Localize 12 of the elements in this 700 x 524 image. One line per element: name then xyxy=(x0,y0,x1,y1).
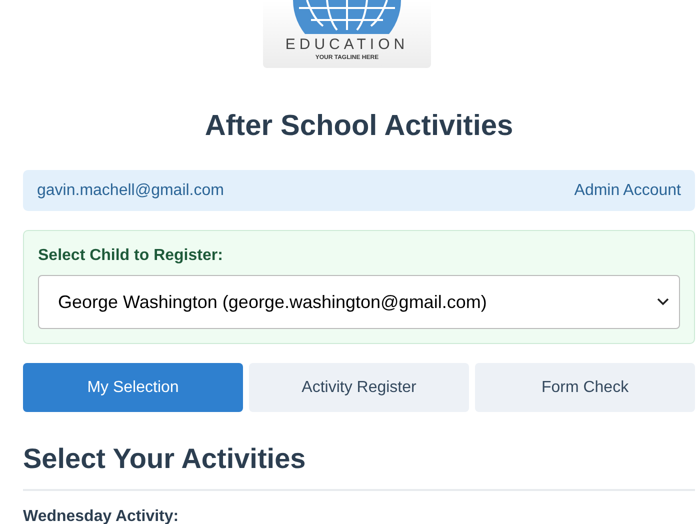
section-heading: Select Your Activities xyxy=(23,442,307,476)
account-role: Admin Account xyxy=(574,182,681,200)
account-email: gavin.machell@gmail.com xyxy=(37,182,224,200)
section-subheading: Wednesday Activity: xyxy=(23,507,180,524)
tab[interactable]: Activity Register xyxy=(249,363,469,412)
tab[interactable]: Form Check xyxy=(475,363,695,412)
select-label: Select Child to Register: xyxy=(38,246,224,266)
page-title: After School Activities xyxy=(204,109,514,144)
chevron-icon xyxy=(657,298,669,306)
child-dropdown[interactable]: George Washington (george.washington@gmail.com) xyxy=(38,275,680,329)
logo-wordmark: EDUCATION xyxy=(285,36,409,54)
tab[interactable]: My Selection xyxy=(23,363,243,412)
